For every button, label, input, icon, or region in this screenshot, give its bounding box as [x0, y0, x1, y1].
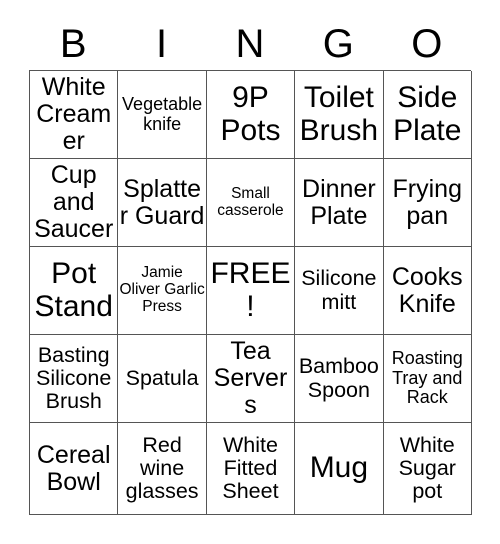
- bingo-cell-i5[interactable]: Red wine glasses: [118, 423, 207, 515]
- bingo-cell-free-space[interactable]: FREE!: [206, 247, 296, 335]
- bingo-row: Basting Silicone Brush Spatula Tea Serve…: [30, 335, 472, 423]
- bingo-cell-b3[interactable]: Pot Stand: [30, 247, 119, 335]
- bingo-cell-b1[interactable]: White Creamer: [30, 71, 119, 159]
- bingo-row: Cereal Bowl Red wine glasses White Fitte…: [30, 423, 472, 515]
- bingo-cell-g1[interactable]: Toilet Brush: [295, 71, 384, 159]
- bingo-cell-label: Splatter Guard: [119, 174, 205, 230]
- bingo-header-letter-g: G: [322, 22, 354, 66]
- bingo-header-letter-n: N: [235, 22, 265, 66]
- bingo-cell-label: Small casserole: [217, 184, 284, 219]
- bingo-cell-n1[interactable]: 9P Pots: [206, 71, 296, 159]
- bingo-cell-label: Cooks Knife: [391, 262, 463, 318]
- bingo-cell-label: Frying pan: [392, 174, 462, 230]
- bingo-cell-i3[interactable]: Jamie Oliver Garlic Press: [118, 247, 207, 335]
- free-space-label: FREE!: [210, 257, 291, 323]
- bingo-cell-label: Side Plate: [393, 81, 462, 147]
- bingo-cell-b5[interactable]: Cereal Bowl: [30, 423, 119, 515]
- bingo-cell-label: Spatula: [125, 365, 199, 390]
- bingo-header-letter-i: I: [156, 22, 168, 66]
- bingo-row: White Creamer Vegetable knife 9P Pots To…: [30, 71, 472, 159]
- bingo-cell-b2[interactable]: Cup and Saucer: [30, 159, 119, 247]
- bingo-cell-i4[interactable]: Spatula: [118, 335, 207, 423]
- bingo-row: Pot Stand Jamie Oliver Garlic Press FREE…: [30, 247, 472, 335]
- bingo-cell-label: Roasting Tray and Rack: [391, 348, 463, 408]
- bingo-grid: White Creamer Vegetable knife 9P Pots To…: [29, 70, 472, 515]
- bingo-header-letter-o: O: [411, 22, 443, 66]
- bingo-cell-label: Red wine glasses: [125, 432, 199, 504]
- bingo-row: Cup and Saucer Splatter Guard Small cass…: [30, 159, 472, 247]
- bingo-cell-n4[interactable]: Tea Servers: [206, 335, 296, 423]
- bingo-cell-label: Cup and Saucer: [34, 161, 114, 243]
- bingo-cell-g3[interactable]: Silicone mitt: [295, 247, 384, 335]
- bingo-header-letter-b: B: [59, 22, 87, 66]
- bingo-cell-i1[interactable]: Vegetable knife: [118, 71, 207, 159]
- bingo-cell-g5[interactable]: Mug: [295, 423, 384, 515]
- bingo-cell-label: Basting Silicone Brush: [36, 342, 112, 414]
- bingo-cell-b4[interactable]: Basting Silicone Brush: [30, 335, 119, 423]
- bingo-cell-label: Bamboo Spoon: [298, 354, 379, 402]
- bingo-cell-o2[interactable]: Frying pan: [383, 159, 472, 247]
- bingo-cell-label: Toilet Brush: [299, 81, 379, 147]
- bingo-card: B I N G O White Creamer Vegetable knife …: [29, 18, 472, 515]
- bingo-cell-o3[interactable]: Cooks Knife: [383, 247, 472, 335]
- bingo-header: B I N G O: [29, 18, 471, 70]
- bingo-cell-o5[interactable]: White Sugar pot: [383, 423, 472, 515]
- bingo-cell-g4[interactable]: Bamboo Spoon: [295, 335, 384, 423]
- bingo-cell-label: Tea Servers: [213, 337, 288, 419]
- bingo-cell-label: Cereal Bowl: [36, 440, 111, 496]
- bingo-cell-n5[interactable]: White Fitted Sheet: [206, 423, 296, 515]
- bingo-cell-label: Pot Stand: [34, 257, 113, 323]
- bingo-cell-o4[interactable]: Roasting Tray and Rack: [383, 335, 472, 423]
- bingo-cell-label: White Fitted Sheet: [222, 432, 279, 504]
- bingo-cell-label: Silicone mitt: [301, 266, 377, 314]
- bingo-cell-label: Dinner Plate: [302, 174, 376, 230]
- bingo-cell-label: Vegetable knife: [122, 94, 203, 134]
- bingo-cell-label: White Sugar pot: [398, 432, 456, 504]
- bingo-cell-label: Mug: [309, 451, 369, 485]
- bingo-cell-label: 9P Pots: [220, 81, 281, 147]
- bingo-cell-label: White Creamer: [36, 73, 112, 155]
- bingo-cell-g2[interactable]: Dinner Plate: [295, 159, 384, 247]
- bingo-cell-label: Jamie Oliver Garlic Press: [119, 264, 205, 315]
- bingo-cell-i2[interactable]: Splatter Guard: [118, 159, 207, 247]
- bingo-cell-o1[interactable]: Side Plate: [383, 71, 472, 159]
- bingo-cell-n2[interactable]: Small casserole: [206, 159, 296, 247]
